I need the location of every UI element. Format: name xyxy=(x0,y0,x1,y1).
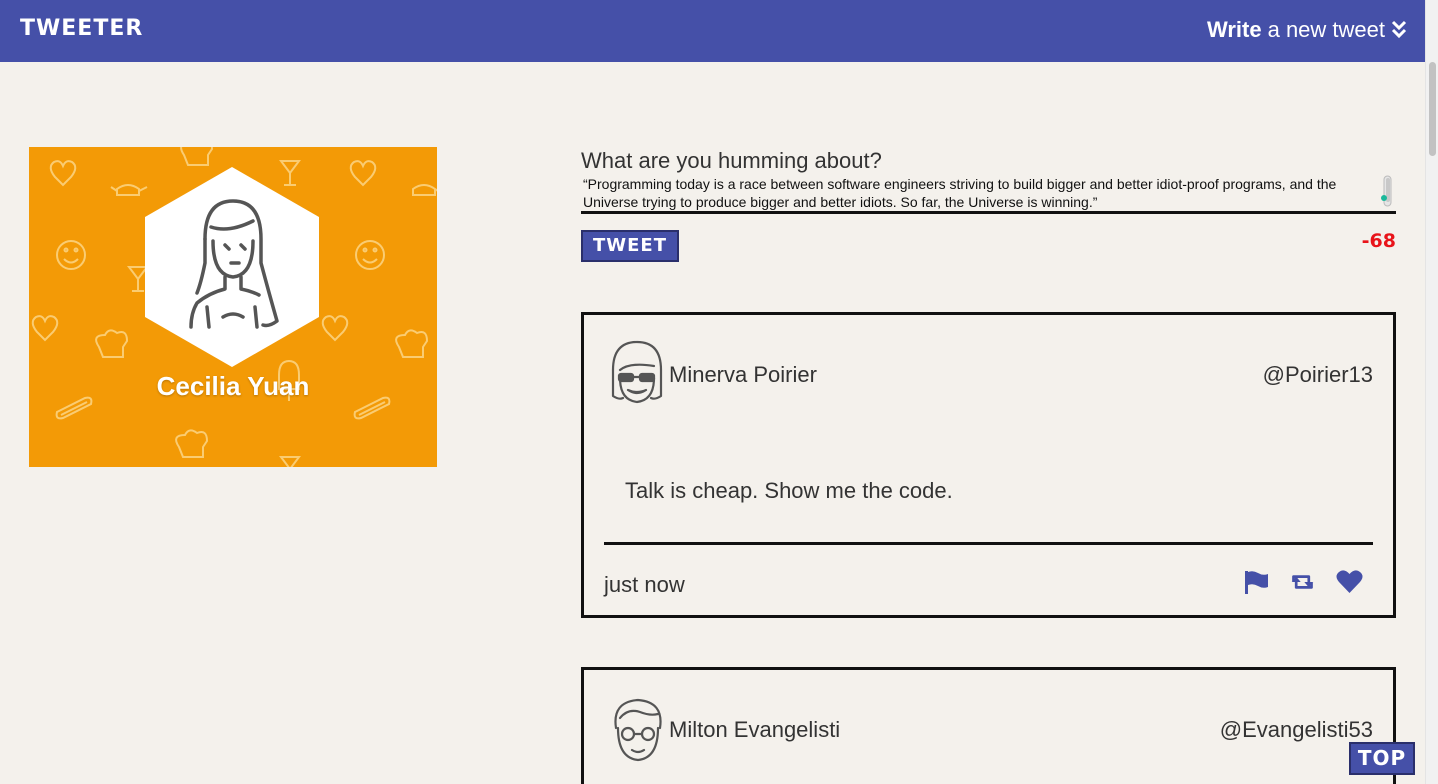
double-chevron-down-icon xyxy=(1391,20,1407,39)
compose-textarea[interactable] xyxy=(581,174,1396,214)
tweet-author: Milton Evangelisti xyxy=(669,717,841,742)
scroll-to-top-button[interactable]: TOP xyxy=(1349,742,1415,775)
brand-logo[interactable]: TWEETER xyxy=(20,16,143,41)
heart-icon[interactable] xyxy=(1336,569,1363,595)
man-glasses-avatar-icon xyxy=(614,698,662,762)
woman-avatar-icon xyxy=(145,167,319,367)
page-scrollbar[interactable] xyxy=(1425,0,1438,784)
tweet-author: Minerva Poirier xyxy=(669,362,817,387)
girl-sunglasses-avatar-icon xyxy=(611,340,663,404)
profile-card: Cecilia Yuan xyxy=(29,147,437,467)
write-label-rest: a new tweet xyxy=(1267,17,1385,42)
tweet-actions xyxy=(1242,569,1363,595)
write-label-bold: Write xyxy=(1206,17,1262,42)
tweet-divider xyxy=(604,542,1373,545)
profile-name: Cecilia Yuan xyxy=(156,371,310,401)
tweet-content: Talk is cheap. Show me the code. xyxy=(625,478,953,503)
tweet-card: Milton Evangelisti @Evangelisti53 xyxy=(581,667,1396,784)
tweet-timestamp: just now xyxy=(604,572,685,597)
textarea-scrollbar[interactable] xyxy=(1381,175,1393,207)
tweet-handle: @Poirier13 xyxy=(1262,362,1373,387)
scrollbar-thumb[interactable] xyxy=(1429,62,1436,156)
flag-icon[interactable] xyxy=(1242,569,1269,595)
tweet-handle: @Evangelisti53 xyxy=(1219,717,1373,742)
write-new-tweet-toggle[interactable]: Write a new tweet xyxy=(1207,17,1407,43)
compose-label: What are you humming about? xyxy=(581,148,882,173)
retweet-icon[interactable] xyxy=(1289,569,1316,595)
tweet-button[interactable]: TWEET xyxy=(581,230,679,262)
character-counter: -68 xyxy=(1361,230,1396,252)
tweet-card: Minerva Poirier @Poirier13 Talk is cheap… xyxy=(581,312,1396,618)
top-nav: TWEETER Write a new tweet xyxy=(0,0,1425,62)
